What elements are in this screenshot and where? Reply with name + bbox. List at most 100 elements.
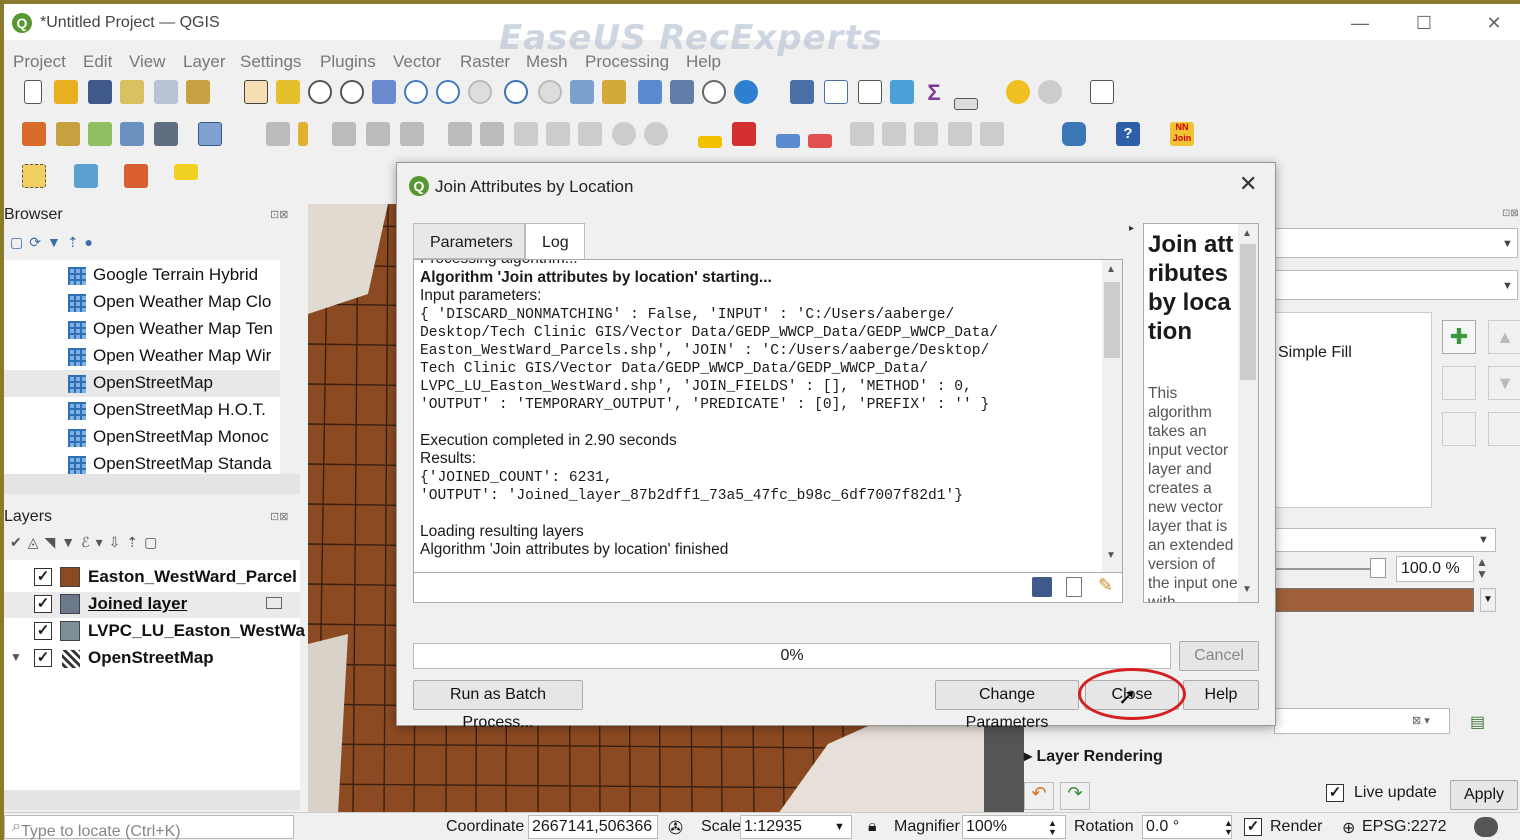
- save-edits-icon[interactable]: [332, 122, 356, 146]
- render-checkbox[interactable]: ✓: [1244, 818, 1262, 836]
- browser-hscrollbar[interactable]: [4, 474, 300, 494]
- statistics-sigma-icon[interactable]: Σ: [922, 80, 946, 105]
- layers-hscrollbar[interactable]: [4, 790, 300, 810]
- layer-rendering-section[interactable]: ▸ Layer Rendering: [1024, 746, 1163, 766]
- zoom-to-selection-icon[interactable]: [404, 80, 428, 104]
- locator-icon[interactable]: [1038, 80, 1062, 104]
- attribute-filter-icon[interactable]: [174, 164, 198, 180]
- renderer-dropdown[interactable]: [1274, 270, 1518, 300]
- identify-icon[interactable]: [790, 80, 814, 104]
- menu-processing[interactable]: Processing: [585, 52, 669, 72]
- scroll-down-icon[interactable]: ▼: [1242, 584, 1252, 595]
- save-project-icon[interactable]: [88, 80, 112, 104]
- clock-icon[interactable]: [702, 80, 726, 104]
- layout-manager-icon[interactable]: [154, 80, 178, 104]
- temporary-layer-icon[interactable]: [266, 597, 282, 609]
- attribute-table-icon[interactable]: [824, 80, 848, 104]
- layer-visibility-checkbox[interactable]: ✓: [34, 595, 52, 613]
- tab-parameters[interactable]: Parameters: [413, 223, 525, 259]
- browser-item[interactable]: Google Terrain Hybrid: [93, 265, 258, 285]
- open-project-icon[interactable]: [54, 80, 78, 104]
- add-csv-layer-icon[interactable]: [88, 122, 112, 146]
- new-print-layout-icon[interactable]: [120, 80, 144, 104]
- help-scroll-thumb[interactable]: [1240, 244, 1256, 380]
- virtual-layer-icon[interactable]: [198, 122, 222, 146]
- browser-item[interactable]: OpenStreetMap Standa: [93, 454, 272, 474]
- pin-labels-icon[interactable]: [776, 134, 800, 148]
- move-down-button[interactable]: ▼: [1488, 366, 1520, 400]
- dialog-close-icon[interactable]: ✕: [1239, 171, 1257, 197]
- copy-log-icon[interactable]: [1066, 577, 1082, 597]
- apply-button[interactable]: Apply: [1450, 780, 1518, 810]
- select-by-expression-icon[interactable]: [74, 164, 98, 188]
- fill-color-button[interactable]: [1274, 588, 1474, 612]
- cut-features-icon[interactable]: [514, 122, 538, 146]
- redo-icon[interactable]: [644, 122, 668, 146]
- move-up-button[interactable]: ▲: [1488, 320, 1520, 354]
- zoom-in-icon[interactable]: [308, 80, 332, 104]
- change-label-icon[interactable]: [914, 122, 938, 146]
- zoom-out-icon[interactable]: [340, 80, 364, 104]
- paste-features-icon[interactable]: [578, 122, 602, 146]
- map-tips-icon[interactable]: [1006, 80, 1030, 104]
- label-properties-icon[interactable]: [980, 122, 1004, 146]
- layer-visibility-checkbox[interactable]: ✓: [34, 649, 52, 667]
- browser-panel-controls-icon[interactable]: ⊡⊠: [270, 208, 288, 221]
- vertex-tool-icon[interactable]: [400, 122, 424, 146]
- help-button[interactable]: Help: [1183, 680, 1259, 710]
- lock-scale-icon[interactable]: 🔒︎: [868, 818, 877, 836]
- browser-item[interactable]: OpenStreetMap Monoc: [93, 427, 269, 447]
- text-annotation-icon[interactable]: [1090, 80, 1114, 104]
- python-console-icon[interactable]: [1062, 122, 1086, 146]
- browser-item[interactable]: OpenStreetMap: [93, 373, 213, 393]
- scale-dropdown-icon[interactable]: ▼: [834, 821, 845, 833]
- scroll-up-icon[interactable]: ▲: [1106, 264, 1116, 275]
- layer-item[interactable]: Joined layer: [88, 594, 187, 614]
- new-geopackage-icon[interactable]: [154, 122, 178, 146]
- scroll-up-icon[interactable]: ▲: [1242, 228, 1252, 239]
- magnifier-spinner[interactable]: ▲ ▼: [1048, 819, 1057, 837]
- collapse-help-icon[interactable]: ▸: [1129, 223, 1134, 234]
- scroll-down-icon[interactable]: ▼: [1106, 550, 1116, 561]
- menu-help[interactable]: Help: [686, 52, 721, 72]
- duplicate-symbol-layer-button[interactable]: [1442, 412, 1476, 446]
- messages-icon[interactable]: [1474, 817, 1498, 837]
- menu-edit[interactable]: Edit: [83, 52, 112, 72]
- rotation-spinner[interactable]: ▲ ▼: [1224, 819, 1233, 837]
- delete-selected-icon[interactable]: [480, 122, 504, 146]
- crs-globe-icon[interactable]: ⊕: [1342, 818, 1355, 838]
- close-window-button[interactable]: ✕: [1474, 10, 1514, 36]
- browser-toolbar-icons[interactable]: ▢⟳▼⇡●: [10, 234, 99, 251]
- style-manager-icon[interactable]: [186, 80, 210, 104]
- symbol-layer-label[interactable]: Simple Fill: [1278, 344, 1352, 362]
- menu-project[interactable]: Project: [13, 52, 66, 72]
- menu-layer[interactable]: Layer: [183, 52, 226, 72]
- maximize-button[interactable]: ☐: [1404, 10, 1444, 36]
- new-project-icon[interactable]: [24, 80, 42, 104]
- layer-labeling-icon[interactable]: [732, 122, 756, 146]
- layer-item[interactable]: LVPC_LU_Easton_WestWa: [88, 621, 305, 641]
- new-shapefile-icon[interactable]: [120, 122, 144, 146]
- zoom-to-layer-icon[interactable]: [436, 80, 460, 104]
- layer-item[interactable]: Easton_WestWard_Parcel: [88, 567, 297, 587]
- add-feature-icon[interactable]: [366, 122, 390, 146]
- browser-item[interactable]: Open Weather Map Clo: [93, 292, 271, 312]
- browser-item[interactable]: Open Weather Map Ten: [93, 319, 273, 339]
- save-log-icon[interactable]: [1032, 577, 1052, 597]
- layer-selector-dropdown[interactable]: [1274, 228, 1518, 258]
- layer-visibility-checkbox[interactable]: ✓: [34, 622, 52, 640]
- layers-toolbar-icons[interactable]: ✔◬◥▼ℰ▾⇩⇡▢: [10, 534, 163, 551]
- minimize-button[interactable]: —: [1340, 10, 1380, 36]
- crs-label[interactable]: EPSG:2272: [1362, 818, 1447, 836]
- zoom-last-icon[interactable]: [504, 80, 528, 104]
- log-scrollbar[interactable]: ▲ ▼: [1102, 260, 1122, 572]
- menu-view[interactable]: View: [129, 52, 166, 72]
- show-bookmarks-icon[interactable]: [670, 80, 694, 104]
- log-scroll-thumb[interactable]: [1104, 282, 1120, 358]
- layers-panel-controls-icon[interactable]: ⊡⊠: [270, 510, 288, 523]
- expand-arrow-icon[interactable]: ▼: [10, 650, 22, 664]
- zoom-native-icon[interactable]: [468, 80, 492, 104]
- deselect-icon[interactable]: [124, 164, 148, 188]
- help-scrollbar[interactable]: ▲ ▼: [1238, 224, 1258, 602]
- browser-item[interactable]: Open Weather Map Wir: [93, 346, 271, 366]
